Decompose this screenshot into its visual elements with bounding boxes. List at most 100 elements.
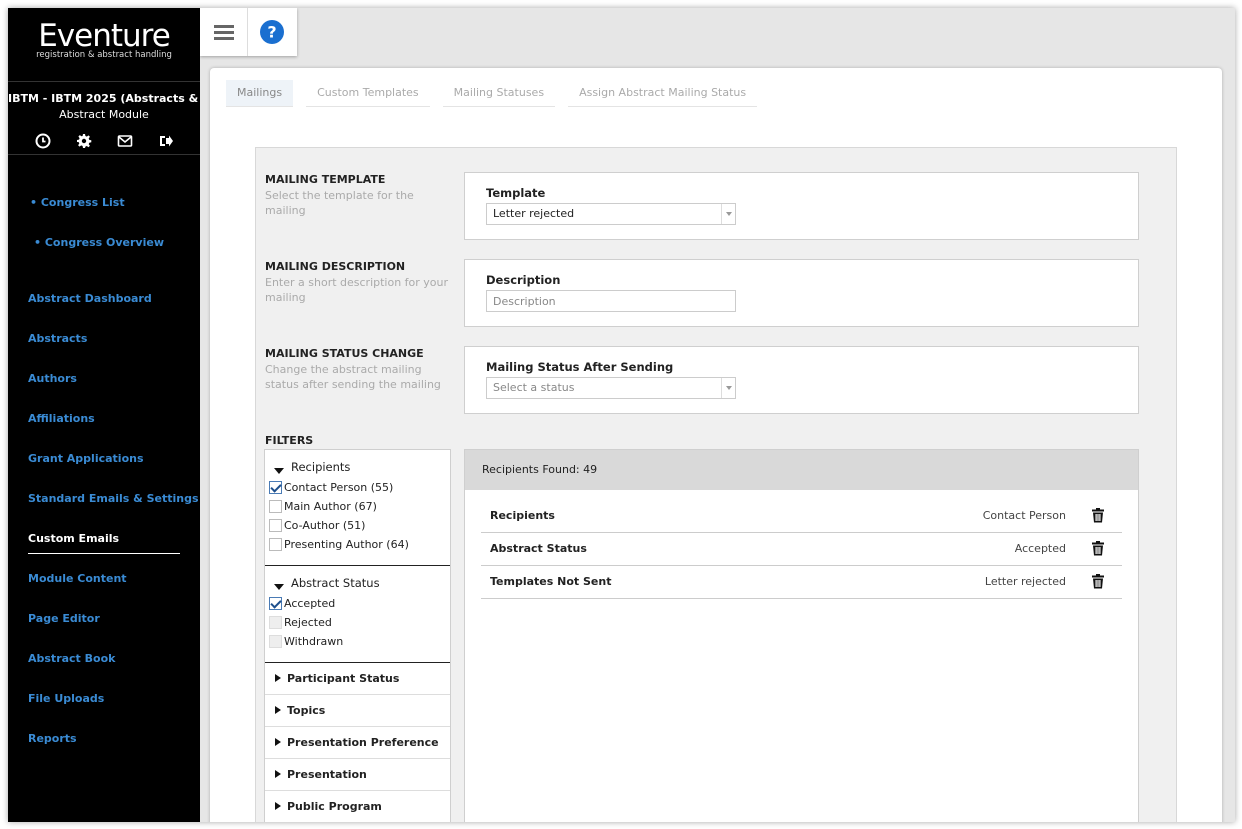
clock-icon[interactable]: [35, 133, 51, 149]
criteria-value: Accepted: [1014, 542, 1066, 555]
caret-right-icon: [275, 706, 281, 714]
description-input[interactable]: [486, 290, 736, 312]
tab-assign-abstract-mailing-status[interactable]: Assign Abstract Mailing Status: [568, 80, 758, 107]
congress-title: IBTM - IBTM 2025 (Abstracts & Par...: [8, 92, 200, 105]
sidebar-item-standard-emails[interactable]: Standard Emails & Settings: [28, 492, 199, 505]
app-window: Eventure registration & abstract handlin…: [8, 8, 1235, 822]
checkbox[interactable]: [269, 635, 282, 648]
caret-right-icon: [275, 770, 281, 778]
table-row: Templates Not Sent Letter rejected: [481, 566, 1122, 599]
active-indicator: [28, 553, 180, 554]
filter-option-label: Accepted: [284, 597, 336, 610]
filter-group-presentation[interactable]: Presentation: [265, 759, 450, 791]
logout-icon[interactable]: [158, 133, 174, 149]
tab-bar: Mailings Custom Templates Mailing Status…: [226, 80, 770, 107]
filter-group-label: Recipients: [291, 460, 351, 474]
filter-group-topics[interactable]: Topics: [265, 695, 450, 727]
mailing-template-title: MAILING TEMPLATE: [265, 173, 386, 186]
help-button[interactable]: ?: [248, 8, 296, 56]
envelope-icon[interactable]: [117, 133, 133, 149]
sidebar-item-authors[interactable]: Authors: [28, 372, 77, 385]
caret-down-icon: [274, 468, 284, 474]
criteria-key: Recipients: [490, 509, 555, 522]
top-toolbar: ?: [200, 8, 297, 56]
filter-group-participant-status[interactable]: Participant Status: [265, 663, 450, 695]
sidebar-item-module-content[interactable]: Module Content: [28, 572, 127, 585]
mailing-form-panel: MAILING TEMPLATE Select the template for…: [255, 147, 1177, 822]
template-field-box: Template Letter rejected: [464, 172, 1139, 240]
tab-mailings[interactable]: Mailings: [226, 80, 294, 107]
sidebar-item-affiliations[interactable]: Affiliations: [28, 412, 95, 425]
filter-option[interactable]: Main Author (67): [265, 497, 450, 516]
table-row: Recipients Contact Person: [481, 500, 1122, 533]
trash-icon[interactable]: [1091, 541, 1105, 556]
filter-group-label: Presentation Preference: [287, 736, 439, 749]
logo-subtitle: registration & abstract handling: [36, 50, 172, 60]
template-select-value: Letter rejected: [493, 207, 575, 220]
filter-group-label: Participant Status: [287, 672, 400, 685]
mailing-template-desc: Select the template for the mailing: [265, 189, 414, 217]
filter-option[interactable]: Contact Person (55): [265, 478, 450, 497]
hamburger-menu-button[interactable]: [200, 8, 248, 56]
sidebar-item-page-editor[interactable]: Page Editor: [28, 612, 100, 625]
trash-icon[interactable]: [1091, 508, 1105, 523]
checkbox[interactable]: [269, 519, 282, 532]
filter-group-public-program[interactable]: Public Program: [265, 791, 450, 822]
filter-group-abstract-status: Abstract Status Accepted Rejected Withdr…: [265, 566, 450, 663]
template-select[interactable]: Letter rejected: [486, 203, 736, 225]
trash-icon[interactable]: [1091, 574, 1105, 589]
congress-overview-link[interactable]: • Congress Overview: [34, 236, 164, 249]
sidebar-item-abstract-dashboard[interactable]: Abstract Dashboard: [28, 292, 152, 305]
sidebar-item-grant-applications[interactable]: Grant Applications: [28, 452, 144, 465]
filter-option[interactable]: Withdrawn: [265, 632, 450, 651]
hamburger-menu-icon: [213, 25, 234, 40]
tab-mailing-statuses[interactable]: Mailing Statuses: [442, 80, 556, 107]
logo[interactable]: Eventure registration & abstract handlin…: [8, 8, 200, 82]
filter-option[interactable]: Rejected: [265, 613, 450, 632]
filter-group-label: Topics: [287, 704, 326, 717]
filter-option-label: Contact Person (55): [284, 481, 394, 494]
filter-group-abstract-status-header[interactable]: Abstract Status: [265, 572, 450, 594]
filter-option-label: Withdrawn: [284, 635, 344, 648]
help-icon: ?: [260, 20, 284, 44]
filter-group-label: Public Program: [287, 800, 382, 813]
caret-right-icon: [275, 738, 281, 746]
sidebar-icon-row: [8, 133, 200, 155]
filter-group-presentation-preference[interactable]: Presentation Preference: [265, 727, 450, 759]
filter-option[interactable]: Co-Author (51): [265, 516, 450, 535]
criteria-table: Recipients Contact Person Abstract Statu…: [481, 500, 1122, 599]
checkbox[interactable]: [269, 481, 282, 494]
filter-option[interactable]: Presenting Author (64): [265, 535, 450, 554]
filter-group-recipients-header[interactable]: Recipients: [265, 456, 450, 478]
tab-custom-templates[interactable]: Custom Templates: [306, 80, 430, 107]
checkbox[interactable]: [269, 500, 282, 513]
filter-option-label: Main Author (67): [284, 500, 377, 513]
filter-option[interactable]: Accepted: [265, 594, 450, 613]
sidebar-item-abstracts[interactable]: Abstracts: [28, 332, 87, 345]
gear-icon[interactable]: [76, 133, 92, 149]
mailing-description-desc: Enter a short description for your maili…: [265, 276, 449, 304]
criteria-value: Letter rejected: [984, 575, 1066, 588]
filters-title: FILTERS: [265, 434, 314, 447]
status-select[interactable]: Select a status: [486, 377, 736, 399]
main-card: Mailings Custom Templates Mailing Status…: [210, 68, 1222, 822]
sidebar-item-abstract-book[interactable]: Abstract Book: [28, 652, 115, 665]
description-field-box: Description: [464, 259, 1139, 327]
caret-right-icon: [275, 802, 281, 810]
sidebar-item-reports[interactable]: Reports: [28, 732, 77, 745]
caret-down-icon: [274, 584, 284, 590]
checkbox[interactable]: [269, 616, 282, 629]
filter-group-label: Abstract Status: [291, 576, 380, 590]
recipients-results-panel: Recipients Found: 49 Recipients Contact …: [464, 449, 1139, 822]
caret-right-icon: [275, 674, 281, 682]
criteria-key: Abstract Status: [490, 542, 587, 555]
status-select-placeholder: Select a status: [493, 381, 575, 394]
checkbox[interactable]: [269, 538, 282, 551]
congress-list-link[interactable]: • Congress List: [30, 196, 125, 209]
checkbox[interactable]: [269, 597, 282, 610]
sidebar-item-custom-emails[interactable]: Custom Emails: [28, 532, 119, 545]
filter-group-label: Presentation: [287, 768, 367, 781]
template-label: Template: [486, 186, 546, 200]
filter-option-label: Presenting Author (64): [284, 538, 409, 551]
sidebar-item-file-uploads[interactable]: File Uploads: [28, 692, 104, 705]
